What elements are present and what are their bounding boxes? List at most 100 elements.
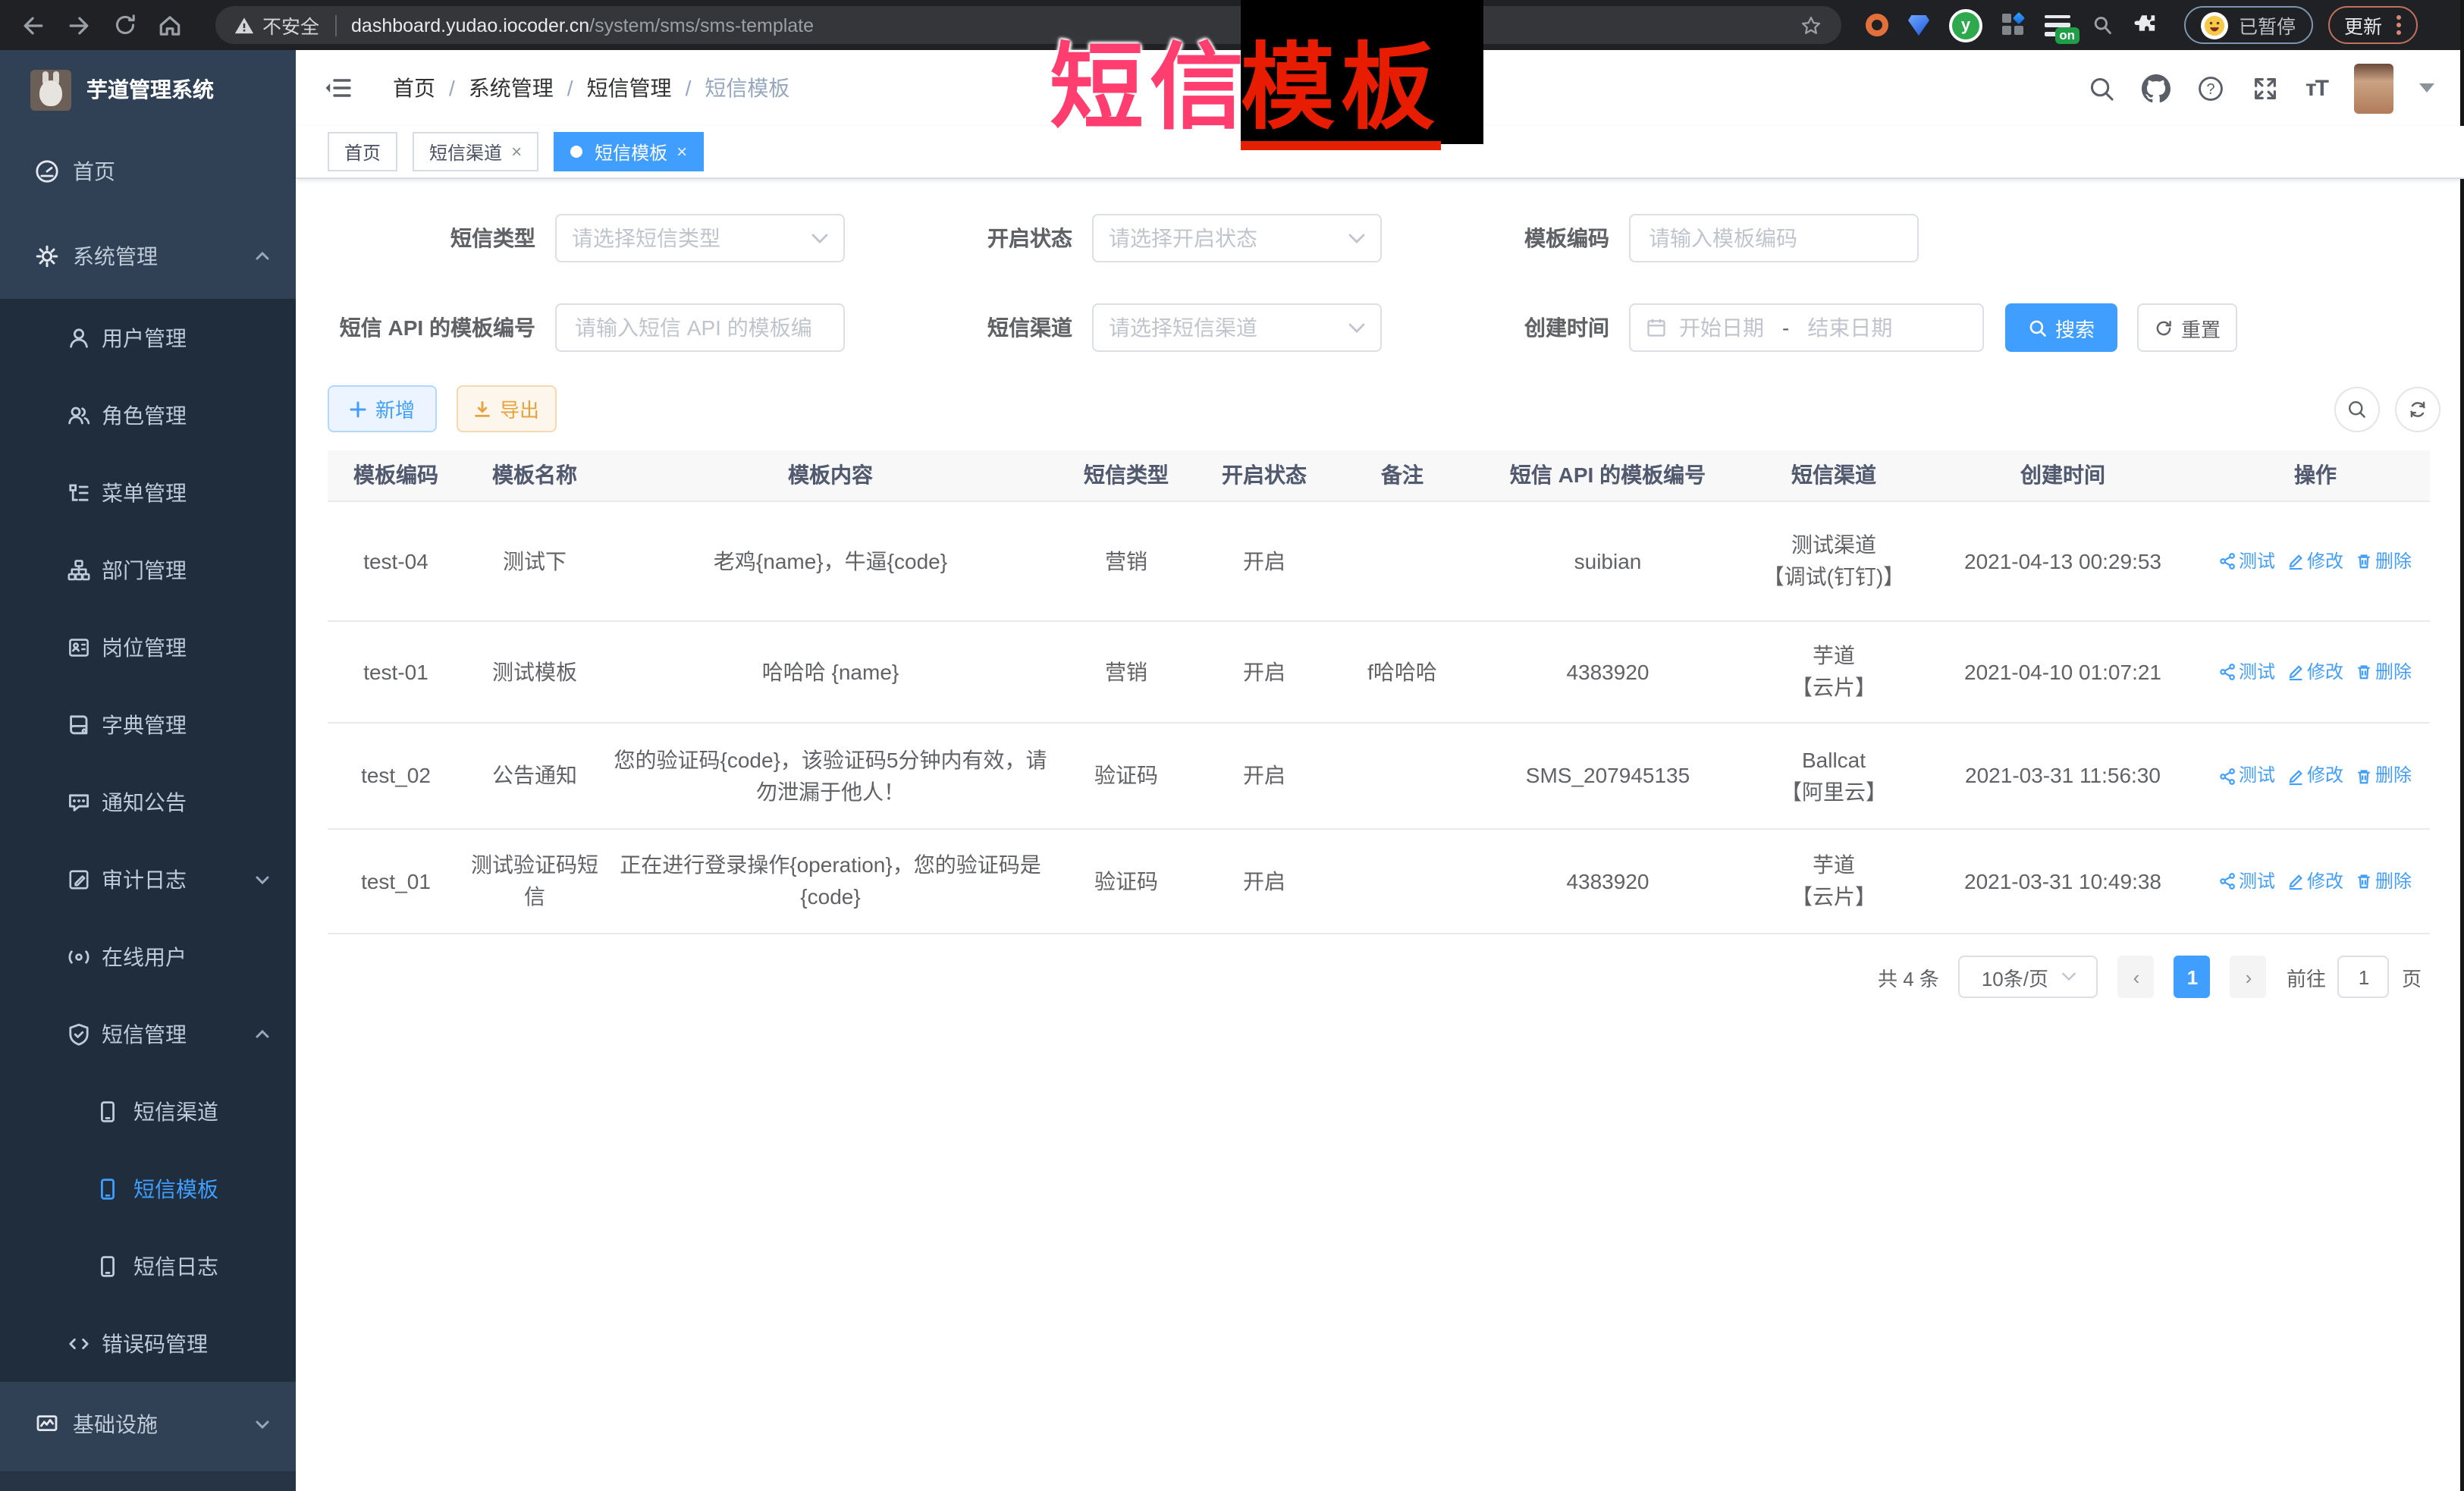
- extension-magnifier-icon[interactable]: [2090, 13, 2114, 37]
- export-button[interactable]: 导出: [457, 385, 557, 432]
- create-time-range-picker[interactable]: 开始日期 - 结束日期: [1629, 303, 1984, 352]
- add-button-label: 新增: [375, 394, 415, 423]
- chevron-down-icon: [2061, 972, 2076, 981]
- breadcrumb-sms[interactable]: 短信管理: [587, 73, 672, 103]
- sidebar-item-label: 错误码管理: [102, 1328, 208, 1358]
- sidebar-item-error-code-management[interactable]: 错误码管理: [0, 1304, 296, 1382]
- sidebar-item-role-management[interactable]: 角色管理: [0, 376, 296, 454]
- breadcrumb-system[interactable]: 系统管理: [469, 73, 554, 103]
- sidebar-item-department-management[interactable]: 部门管理: [0, 531, 296, 608]
- delete-link[interactable]: 删除: [2356, 865, 2412, 897]
- tab-close-icon[interactable]: ×: [676, 141, 687, 162]
- sms-template-table: 模板编码 模板名称 模板内容 短信类型 开启状态 备注 短信 API 的模板编号…: [328, 450, 2430, 934]
- sidebar-item-home[interactable]: 首页: [0, 129, 296, 214]
- font-size-icon[interactable]: тT: [2305, 75, 2327, 101]
- edit-link[interactable]: 修改: [2287, 545, 2343, 577]
- test-link[interactable]: 测试: [2219, 545, 2275, 577]
- add-button[interactable]: 新增: [328, 385, 437, 432]
- refresh-table-button[interactable]: [2394, 386, 2440, 432]
- header-search-icon[interactable]: [2087, 74, 2116, 102]
- browser-back-button[interactable]: [15, 7, 52, 43]
- site-security-warning[interactable]: 不安全: [234, 11, 319, 39]
- page-size-select[interactable]: 10条/页: [1959, 956, 2098, 998]
- test-link[interactable]: 测试: [2219, 865, 2275, 897]
- chevron-down-icon: [1348, 233, 1365, 243]
- sidebar-item-post-management[interactable]: 岗位管理: [0, 608, 296, 686]
- home-icon: [156, 11, 184, 39]
- sms-channel-select[interactable]: 请选择短信渠道: [1092, 303, 1382, 352]
- browser-reload-button[interactable]: [106, 7, 143, 43]
- profile-emoji-avatar: [2201, 11, 2228, 39]
- tab-home[interactable]: 首页: [328, 132, 397, 171]
- open-status-select[interactable]: 请选择开启状态: [1092, 214, 1382, 262]
- test-link[interactable]: 测试: [2219, 760, 2275, 792]
- edit-link[interactable]: 修改: [2287, 865, 2343, 897]
- browser-profile-chip[interactable]: 已暂停: [2184, 6, 2312, 44]
- app-logo[interactable]: 芋道管理系统: [0, 50, 296, 129]
- table-row: test-04 测试下 老鸡{name}，牛逼{code} 营销 开启 suib…: [328, 502, 2430, 622]
- cell-code: test-04: [328, 536, 464, 586]
- delete-link[interactable]: 删除: [2356, 656, 2412, 688]
- bookmark-star-icon[interactable]: [1799, 13, 1823, 37]
- extension-list-icon[interactable]: on: [2045, 14, 2070, 36]
- reset-button[interactable]: 重置: [2137, 303, 2237, 352]
- cell-remark: [1332, 552, 1473, 570]
- tab-sms-channel[interactable]: 短信渠道×: [413, 132, 538, 171]
- browser-home-button[interactable]: [152, 7, 188, 43]
- github-icon[interactable]: [2142, 74, 2171, 102]
- sidebar-item-sms-log[interactable]: 短信日志: [0, 1227, 296, 1304]
- search-button[interactable]: 搜索: [2005, 303, 2117, 352]
- help-icon[interactable]: ?: [2196, 74, 2225, 102]
- template-code-input[interactable]: [1646, 224, 1902, 252]
- extension-orange-icon[interactable]: [1866, 14, 1888, 36]
- breadcrumb-home[interactable]: 首页: [393, 73, 435, 103]
- refresh-icon: [2154, 318, 2174, 337]
- extensions-puzzle-icon[interactable]: [2134, 12, 2160, 38]
- cell-code: test_02: [328, 751, 464, 801]
- sidebar-item-sms-template[interactable]: 短信模板: [0, 1150, 296, 1227]
- sidebar-item-system-management[interactable]: 系统管理: [0, 214, 296, 299]
- sidebar-collapse-button[interactable]: [323, 73, 353, 103]
- show-search-toggle-button[interactable]: [2334, 386, 2379, 432]
- edit-link[interactable]: 修改: [2287, 760, 2343, 792]
- sidebar-item-audit-log[interactable]: 审计日志: [0, 840, 296, 918]
- next-page-button[interactable]: ›: [2230, 956, 2267, 998]
- sidebar-item-user-management[interactable]: 用户管理: [0, 299, 296, 376]
- api-template-id-input[interactable]: [572, 314, 828, 341]
- goto-page-input[interactable]: [2338, 956, 2390, 998]
- browser-forward-button[interactable]: [61, 7, 97, 43]
- avatar-caret-down-icon[interactable]: [2418, 83, 2434, 93]
- audit-log-icon: [65, 865, 93, 893]
- cell-channel: 芋道【云片】: [1743, 631, 1925, 713]
- delete-link[interactable]: 删除: [2356, 545, 2412, 577]
- sidebar-item-infrastructure[interactable]: 基础设施: [0, 1382, 296, 1467]
- browser-update-button[interactable]: 更新: [2327, 6, 2417, 44]
- sidebar-item-menu-management[interactable]: 菜单管理: [0, 454, 296, 531]
- svg-text:?: ?: [2206, 80, 2214, 97]
- delete-link[interactable]: 删除: [2356, 760, 2412, 792]
- tab-label: 短信模板: [595, 139, 667, 165]
- tab-sms-template[interactable]: 短信模板 ×: [554, 132, 704, 171]
- user-avatar[interactable]: [2353, 63, 2393, 113]
- browser-extensions-area: y on: [1866, 8, 2160, 42]
- edit-link[interactable]: 修改: [2287, 656, 2343, 688]
- chevron-up-icon: [253, 247, 272, 265]
- sidebar-item-sms-management[interactable]: 短信管理: [0, 995, 296, 1072]
- prev-page-button[interactable]: ‹: [2118, 956, 2155, 998]
- sms-type-select[interactable]: 请选择短信类型: [555, 214, 845, 262]
- extension-y-icon[interactable]: y: [1949, 8, 1982, 42]
- browser-menu-icon[interactable]: [2396, 15, 2400, 35]
- fullscreen-icon[interactable]: [2251, 74, 2280, 102]
- extension-grid-icon[interactable]: [2002, 14, 2025, 36]
- sidebar-item-notice-announcement[interactable]: 通知公告: [0, 763, 296, 840]
- extension-gem-icon[interactable]: [1908, 14, 1929, 36]
- chevron-up-icon: [253, 1025, 272, 1043]
- test-link[interactable]: 测试: [2219, 656, 2275, 688]
- api-template-id-input-wrap: [555, 303, 845, 352]
- sidebar-item-dictionary-management[interactable]: 字典管理: [0, 686, 296, 763]
- current-page-button[interactable]: 1: [2174, 956, 2211, 998]
- sidebar-item-online-users[interactable]: 在线用户: [0, 918, 296, 995]
- sidebar-item-sms-channel[interactable]: 短信渠道: [0, 1072, 296, 1150]
- tab-close-icon[interactable]: ×: [511, 141, 522, 162]
- address-bar[interactable]: 不安全 dashboard.yudao.iocoder.cn/system/sm…: [215, 6, 1841, 44]
